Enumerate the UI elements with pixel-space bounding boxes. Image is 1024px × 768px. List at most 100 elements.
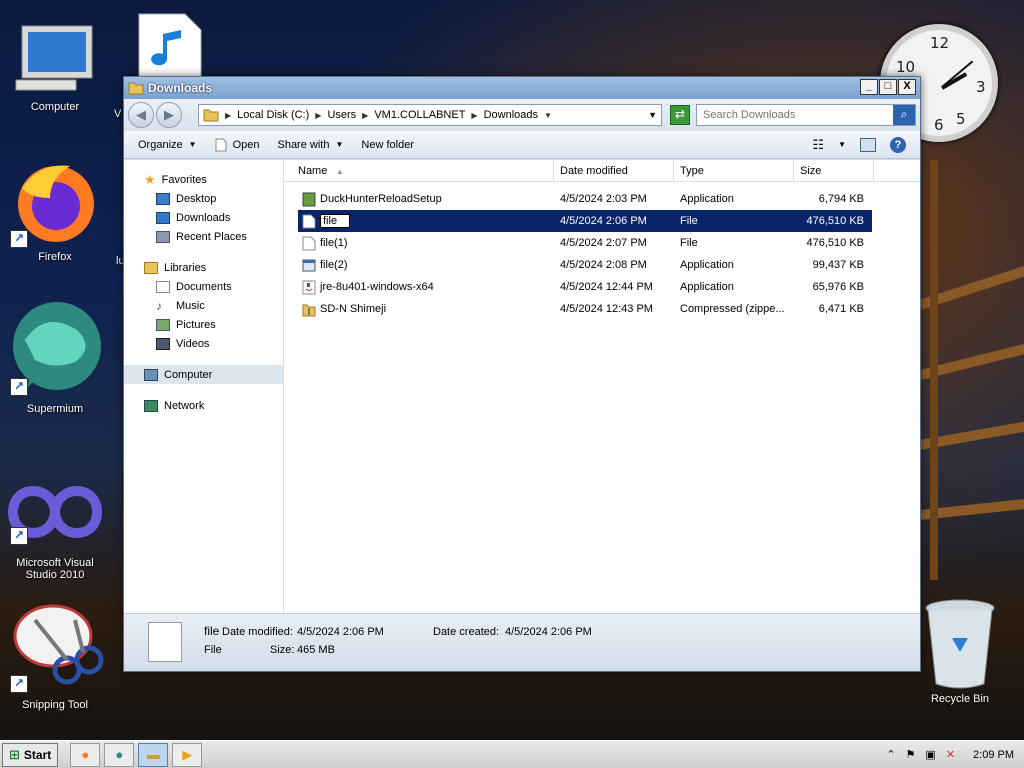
action-center-flag-icon[interactable]: ⚑ bbox=[906, 748, 916, 761]
rename-input[interactable]: file bbox=[320, 214, 351, 228]
column-header-date[interactable]: Date modified bbox=[554, 160, 674, 181]
breadcrumb-arrow-icon[interactable]: ▶ bbox=[471, 111, 477, 120]
start-button[interactable]: ⊞ Start bbox=[2, 742, 59, 767]
search-icon: ⌕ bbox=[900, 107, 908, 121]
clock-time[interactable]: 2:09 PM bbox=[973, 749, 1014, 761]
open-button[interactable]: Open bbox=[215, 138, 260, 152]
nav-downloads[interactable]: Downloads bbox=[124, 208, 283, 227]
music-file-icon bbox=[138, 13, 202, 83]
network-status-icon[interactable]: ▣ bbox=[925, 748, 935, 761]
column-header-size[interactable]: Size bbox=[794, 160, 874, 181]
chevron-down-icon: ▼ bbox=[188, 140, 197, 149]
file-row-selected[interactable]: file 4/5/2024 2:06 PM File 476,510 KB bbox=[298, 210, 872, 232]
nav-favorites[interactable]: ★ Favorites bbox=[124, 170, 283, 189]
details-size: 465 MB bbox=[297, 644, 335, 656]
breadcrumb-arrow-icon[interactable]: ▶ bbox=[362, 111, 368, 120]
desktop-icon-snipping-tool[interactable]: Snipping Tool bbox=[0, 600, 110, 711]
videos-icon bbox=[156, 337, 170, 350]
file-icon bbox=[215, 138, 227, 151]
system-tray: ⌃ ⚑ ▣ ✕ 2:09 PM bbox=[886, 748, 1024, 762]
details-pane: file Date modified: 4/5/2024 2:06 PM Dat… bbox=[124, 613, 920, 671]
downloads-folder-icon bbox=[156, 211, 170, 224]
forward-arrow-icon: ▶ bbox=[164, 107, 174, 122]
nav-network[interactable]: Network bbox=[124, 396, 283, 415]
show-hidden-icons-icon[interactable]: ⌃ bbox=[886, 748, 895, 761]
organize-button[interactable]: Organize ▼ bbox=[138, 139, 197, 151]
address-bar[interactable]: ▶ Local Disk (C:) ▶ Users ▶ VM1.COLLABNE… bbox=[198, 104, 662, 126]
nav-recent-places[interactable]: Recent Places bbox=[124, 227, 283, 246]
explorer-window[interactable]: Downloads _ □ X ◀ ▶ ▶ Local Disk (C:) ▶ … bbox=[123, 76, 921, 672]
file-row[interactable]: file(2) 4/5/2024 2:08 PM Application 99,… bbox=[298, 254, 872, 276]
refresh-button[interactable]: ⇄ bbox=[670, 105, 690, 125]
shortcut-arrow-icon: ↗ bbox=[10, 675, 28, 693]
nav-documents[interactable]: Documents bbox=[124, 277, 283, 296]
window-title: Downloads bbox=[148, 81, 213, 95]
search-box[interactable]: ⌕ bbox=[696, 104, 916, 126]
preview-pane-icon[interactable] bbox=[860, 137, 876, 152]
minimize-button[interactable]: _ bbox=[860, 79, 878, 95]
shortcut-arrow-icon: ↗ bbox=[10, 527, 28, 545]
column-header-type[interactable]: Type bbox=[674, 160, 794, 181]
nav-desktop[interactable]: Desktop bbox=[124, 189, 283, 208]
search-button[interactable]: ⌕ bbox=[893, 105, 915, 125]
new-folder-button[interactable]: New folder bbox=[361, 139, 414, 151]
chevron-down-icon[interactable]: ▼ bbox=[838, 140, 846, 149]
desktop-icon-label: Firefox bbox=[38, 251, 72, 263]
nav-videos[interactable]: Videos bbox=[124, 334, 283, 353]
file-row[interactable]: file(1) 4/5/2024 2:07 PM File 476,510 KB bbox=[298, 232, 872, 254]
details-date-modified: 4/5/2024 2:06 PM bbox=[297, 626, 384, 638]
desktop-icon-recycle-bin[interactable]: Recycle Bin bbox=[918, 598, 1002, 705]
search-input[interactable] bbox=[703, 109, 883, 121]
file-row[interactable]: DuckHunterReloadSetup 4/5/2024 2:03 PM A… bbox=[298, 188, 872, 210]
taskbar-explorer[interactable]: ▬ bbox=[138, 742, 169, 767]
taskbar-supermium[interactable]: ● bbox=[104, 742, 135, 767]
title-bar[interactable]: Downloads _ □ X bbox=[124, 77, 920, 99]
details-file-type: File bbox=[204, 644, 222, 656]
share-with-button[interactable]: Share with ▼ bbox=[277, 139, 343, 151]
forward-button[interactable]: ▶ bbox=[156, 102, 182, 128]
volume-muted-icon[interactable]: ✕ bbox=[946, 748, 955, 761]
taskbar-media-player[interactable]: ▶ bbox=[172, 742, 203, 767]
desktop-icon-supermium[interactable]: Supermium bbox=[0, 300, 110, 415]
nav-music[interactable]: ♪ Music bbox=[124, 296, 283, 315]
breadcrumb-users[interactable]: Users bbox=[327, 109, 356, 121]
recycle-bin-label: Recycle Bin bbox=[930, 693, 990, 705]
help-icon[interactable]: ? bbox=[890, 136, 906, 153]
desktop-icon-computer[interactable]: Computer bbox=[0, 24, 110, 113]
breadcrumb-arrow-icon[interactable]: ▶ bbox=[315, 111, 321, 120]
file-row[interactable]: jre-8u401-windows-x64 4/5/2024 12:44 PM … bbox=[298, 276, 872, 298]
taskbar-firefox[interactable]: ● bbox=[70, 742, 101, 767]
file-date: 4/5/2024 2:06 PM bbox=[560, 215, 647, 227]
navigation-pane: ★ Favorites Desktop Downloads Recent Pla… bbox=[124, 160, 284, 613]
folder-icon: ▬ bbox=[146, 747, 160, 762]
nav-computer[interactable]: Computer bbox=[124, 365, 283, 384]
breadcrumb-arrow-icon[interactable]: ▶ bbox=[225, 111, 231, 120]
shortcut-arrow-icon: ↗ bbox=[10, 378, 28, 396]
address-row: ◀ ▶ ▶ Local Disk (C:) ▶ Users ▶ VM1.COLL… bbox=[124, 99, 920, 131]
maximize-button[interactable]: □ bbox=[879, 79, 897, 95]
file-name: DuckHunterReloadSetup bbox=[320, 193, 442, 205]
file-type: File bbox=[680, 237, 698, 249]
clock-numeral: 10 bbox=[896, 58, 916, 76]
back-button[interactable]: ◀ bbox=[128, 102, 154, 128]
view-options-icon[interactable]: ☷ bbox=[812, 137, 824, 153]
address-dropdown-icon[interactable]: ▼ bbox=[648, 110, 657, 120]
nav-libraries[interactable]: Libraries bbox=[124, 258, 283, 277]
file-row[interactable]: SD-N Shimeji 4/5/2024 12:43 PM Compresse… bbox=[298, 298, 872, 320]
column-header-name[interactable]: Name ▲ bbox=[284, 160, 554, 181]
clock-numeral: 6 bbox=[934, 116, 944, 134]
clock-numeral: 3 bbox=[976, 78, 986, 96]
file-icon bbox=[302, 214, 316, 228]
breadcrumb-vm1[interactable]: VM1.COLLABNET bbox=[374, 109, 465, 121]
nav-pictures[interactable]: Pictures bbox=[124, 315, 283, 334]
breadcrumb-downloads[interactable]: Downloads bbox=[484, 109, 538, 121]
breadcrumb-local-disk[interactable]: Local Disk (C:) bbox=[237, 109, 309, 121]
file-type: Application bbox=[680, 193, 734, 205]
breadcrumb-arrow-icon[interactable]: ▼ bbox=[544, 111, 552, 120]
file-date: 4/5/2024 2:07 PM bbox=[560, 237, 647, 249]
close-button[interactable]: X bbox=[898, 79, 916, 95]
desktop-icon-label: Microsoft Visual Studio 2010 bbox=[16, 557, 94, 581]
open-label: Open bbox=[232, 138, 260, 151]
nav-label: Documents bbox=[176, 280, 232, 293]
firefox-icon: ● bbox=[81, 747, 90, 762]
